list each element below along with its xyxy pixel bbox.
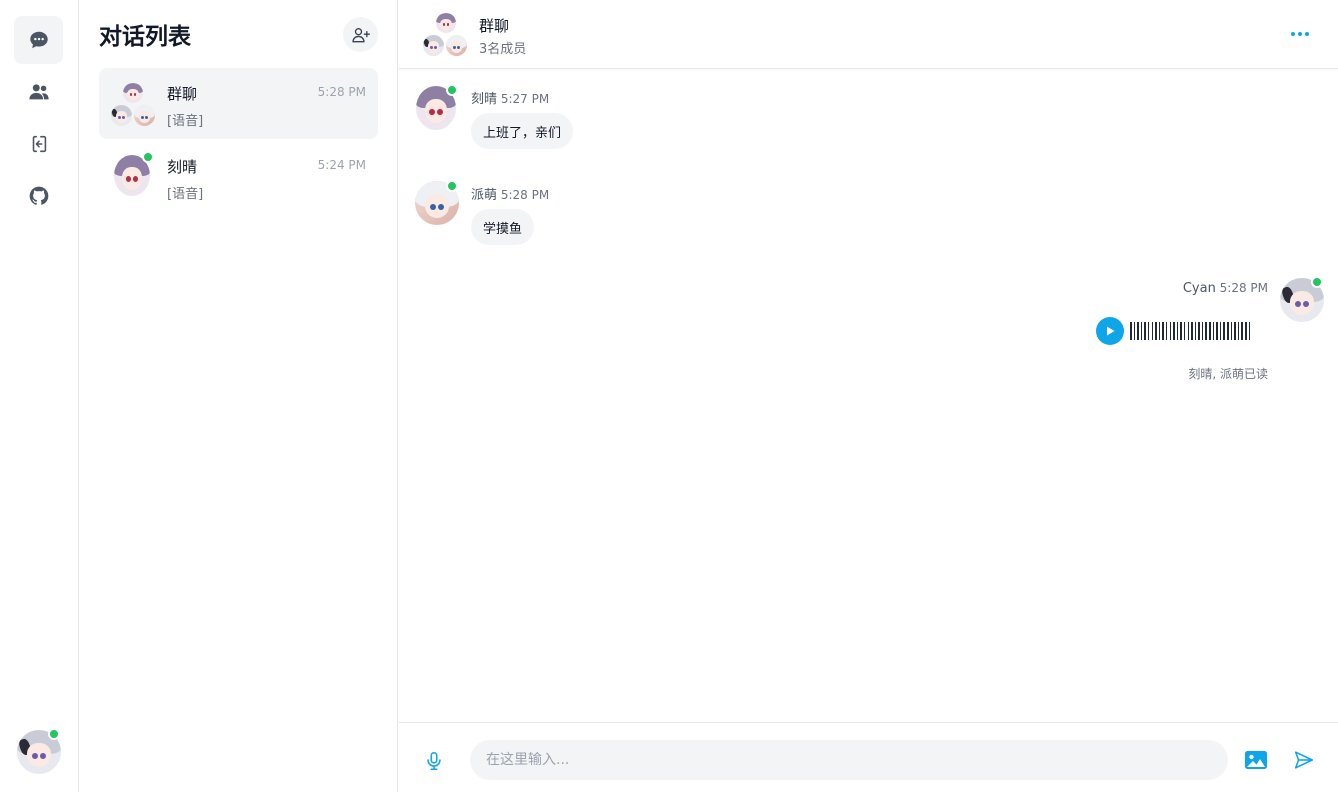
message-sender: 派萌 <box>471 188 498 203</box>
conversation-name: 刻晴 <box>167 158 198 176</box>
send-button[interactable] <box>1289 745 1319 775</box>
composer-bar <box>399 722 1338 792</box>
chat-bubble-icon <box>29 31 48 49</box>
message-input[interactable] <box>470 740 1228 780</box>
chat-member-count: 3名成员 <box>479 42 527 57</box>
github-icon <box>29 186 48 205</box>
send-image-button[interactable] <box>1241 745 1271 775</box>
add-contact-button[interactable] <box>343 17 378 52</box>
conversation-last-message: [语音] <box>167 187 204 202</box>
message-time: 5:28 PM <box>1219 281 1268 295</box>
nav-rail <box>0 0 79 792</box>
message-time: 5:28 PM <box>500 188 550 202</box>
online-indicator <box>446 180 458 192</box>
online-indicator <box>446 84 458 96</box>
message-time: 5:27 PM <box>500 92 550 106</box>
conversation-item-group[interactable]: 群聊 [语音] 5:28 PM <box>99 68 378 139</box>
group-avatar-member-cyan <box>111 105 132 126</box>
nav-chats-button[interactable] <box>14 16 63 64</box>
user-plus-icon <box>351 27 370 42</box>
voice-waveform <box>1130 322 1251 340</box>
send-icon <box>1294 751 1314 769</box>
more-options-button[interactable] <box>1286 24 1314 44</box>
online-indicator <box>142 151 154 163</box>
play-icon <box>1107 326 1115 336</box>
online-indicator <box>1311 276 1323 288</box>
conversation-item-keqing[interactable]: 刻晴 [语音] 5:24 PM <box>99 141 378 212</box>
message-bubble: 学摸鱼 <box>471 209 535 245</box>
conversation-time: 5:28 PM <box>317 85 366 99</box>
message-meta: 刻晴 5:27 PM <box>471 88 549 107</box>
group-avatar-member-cyan <box>423 35 444 56</box>
message-bubble: 上班了，亲们 <box>471 113 574 149</box>
read-receipt: 刻晴, 派萌已读 <box>1188 367 1268 381</box>
more-dots-icon <box>1291 32 1295 36</box>
voice-record-button[interactable] <box>419 746 449 776</box>
message-meta: 派萌 5:28 PM <box>471 184 549 203</box>
logout-icon <box>32 135 46 153</box>
message-sender: Cyan <box>1182 281 1216 296</box>
play-voice-button[interactable] <box>1096 317 1124 345</box>
group-avatar-member-paimon <box>134 105 155 126</box>
nav-contacts-button[interactable] <box>14 68 63 116</box>
microphone-icon <box>427 751 441 771</box>
conversation-last-message: [语音] <box>167 114 204 129</box>
image-icon <box>1245 751 1267 769</box>
chat-header: 群聊 3名成员 <box>399 0 1338 69</box>
nav-logout-button[interactable] <box>14 120 63 168</box>
conversation-list-panel: 对话列表 群聊 [语音] 5:28 PM 刻晴 [语音] 5:24 PM <box>80 0 398 792</box>
group-avatar-member-keqing <box>123 83 143 103</box>
chat-title: 群聊 <box>479 17 510 35</box>
conversation-name: 群聊 <box>167 85 198 103</box>
current-user-online-indicator <box>48 728 60 740</box>
group-avatar-member-paimon <box>446 35 467 56</box>
users-icon <box>28 84 49 100</box>
group-avatar-member-keqing <box>436 13 456 33</box>
voice-message <box>1096 317 1256 345</box>
conversation-time: 5:24 PM <box>317 158 366 172</box>
message-meta: Cyan 5:28 PM <box>1183 281 1268 296</box>
conversation-list-title: 对话列表 <box>99 24 191 50</box>
nav-github-button[interactable] <box>14 172 63 220</box>
message-sender: 刻晴 <box>471 92 498 107</box>
chat-panel: 群聊 3名成员 刻晴 5:27 PM 上班了，亲们 派萌 5:28 PM 学摸鱼… <box>399 0 1338 792</box>
